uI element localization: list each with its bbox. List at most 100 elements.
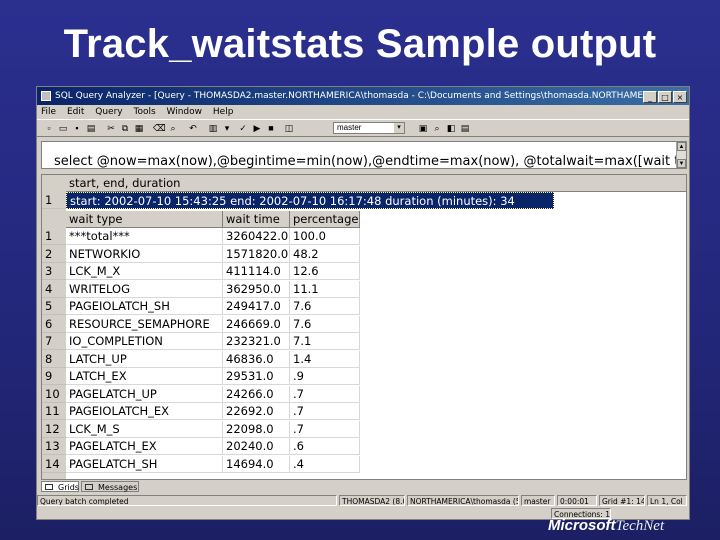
cell-wait-time[interactable]: 232321.0: [223, 333, 290, 350]
cell-wait-time[interactable]: 1571820.0: [223, 245, 290, 263]
cell-wait-type[interactable]: RESOURCE_SEMAPHORE: [66, 315, 223, 333]
dropdown-arrow-icon[interactable]: ▾: [221, 122, 233, 134]
menu-help[interactable]: Help: [213, 107, 234, 117]
cell-wait-type[interactable]: PAGELATCH_UP: [66, 385, 223, 403]
execute-icon[interactable]: ▶: [251, 122, 263, 134]
cell-wait-time[interactable]: 22692.0: [223, 403, 290, 420]
cell-wait-type[interactable]: LCK_M_X: [66, 263, 223, 280]
row-number[interactable]: 5: [42, 298, 66, 315]
cell-wait-type[interactable]: NETWORKIO: [66, 245, 223, 263]
cell-percentage[interactable]: .4: [290, 455, 360, 473]
row-number[interactable]: 4: [42, 280, 66, 298]
window-titlebar[interactable]: SQL Query Analyzer - [Query - THOMASDA2.…: [37, 87, 689, 105]
sql-editor[interactable]: select @now=max(now),@begintime=min(now)…: [41, 141, 687, 169]
cell-percentage[interactable]: .6: [290, 438, 360, 455]
maximize-button[interactable]: □: [658, 91, 672, 103]
scroll-up-icon[interactable]: ▲: [677, 142, 686, 151]
minimize-button[interactable]: _: [643, 91, 657, 103]
cell-wait-time[interactable]: 20240.0: [223, 438, 290, 455]
clear-window-icon[interactable]: ⌫: [153, 122, 166, 134]
find-icon[interactable]: ⌕: [167, 122, 179, 134]
cell-wait-time[interactable]: 411114.0: [223, 263, 290, 280]
row-number[interactable]: 2: [42, 245, 66, 263]
current-connection-icon[interactable]: ◧: [445, 122, 457, 134]
cell-percentage[interactable]: .9: [290, 368, 360, 385]
scroll-down-icon[interactable]: ▼: [677, 159, 686, 168]
cell-wait-type[interactable]: PAGELATCH_EX: [66, 438, 223, 455]
cell-wait-time[interactable]: 22098.0: [223, 420, 290, 438]
cell-wait-time[interactable]: 29531.0: [223, 368, 290, 385]
summary-row-number[interactable]: 1: [42, 192, 66, 209]
cell-percentage[interactable]: .7: [290, 403, 360, 420]
row-number[interactable]: 7: [42, 333, 66, 350]
object-browser-icon[interactable]: ▣: [417, 122, 429, 134]
chevron-down-icon[interactable]: ▾: [394, 123, 404, 133]
cell-wait-type[interactable]: LATCH_EX: [66, 368, 223, 385]
menu-query[interactable]: Query: [95, 107, 122, 117]
cell-wait-type[interactable]: PAGEIOLATCH_EX: [66, 403, 223, 420]
cut-icon[interactable]: ✂: [105, 122, 117, 134]
new-query-icon[interactable]: ▫: [43, 122, 55, 134]
cell-percentage[interactable]: 11.1: [290, 280, 360, 298]
row-number[interactable]: 6: [42, 315, 66, 333]
cell-wait-time[interactable]: 24266.0: [223, 385, 290, 403]
column-header-percentage[interactable]: percentage: [290, 211, 360, 228]
open-folder-icon[interactable]: ▭: [57, 122, 69, 134]
cancel-query-icon[interactable]: ■: [265, 122, 277, 134]
row-number[interactable]: 3: [42, 263, 66, 280]
object-search-icon[interactable]: ⌕: [431, 122, 443, 134]
cell-wait-type[interactable]: IO_COMPLETION: [66, 333, 223, 350]
cell-wait-time[interactable]: 246669.0: [223, 315, 290, 333]
cell-wait-time[interactable]: 249417.0: [223, 298, 290, 315]
tab-grids[interactable]: Grids: [41, 481, 79, 492]
cell-percentage[interactable]: 7.6: [290, 315, 360, 333]
close-button[interactable]: ×: [673, 91, 687, 103]
column-header-wait-time[interactable]: wait time: [223, 211, 290, 228]
cell-wait-type[interactable]: LATCH_UP: [66, 350, 223, 368]
menu-window[interactable]: Window: [167, 107, 203, 117]
results-grid[interactable]: start, end, duration 1 start: 2002-07-10…: [41, 174, 687, 480]
summary-column-header[interactable]: start, end, duration: [66, 175, 686, 192]
menu-edit[interactable]: Edit: [67, 107, 84, 117]
cell-percentage[interactable]: 100.0: [290, 228, 360, 245]
row-number[interactable]: 12: [42, 420, 66, 438]
cell-wait-time[interactable]: 14694.0: [223, 455, 290, 473]
copy-icon[interactable]: ⧉: [119, 122, 131, 134]
cell-wait-time[interactable]: 46836.0: [223, 350, 290, 368]
results-mode-icon[interactable]: ▥: [207, 122, 219, 134]
cell-percentage[interactable]: 12.6: [290, 263, 360, 280]
cell-percentage[interactable]: 7.1: [290, 333, 360, 350]
cell-percentage[interactable]: 1.4: [290, 350, 360, 368]
cell-percentage[interactable]: .7: [290, 385, 360, 403]
summary-cell[interactable]: start: 2002-07-10 15:43:25 end: 2002-07-…: [66, 192, 554, 209]
editor-scrollbar[interactable]: ▲ ▼: [676, 142, 686, 168]
paste-icon[interactable]: ▦: [133, 122, 145, 134]
menu-file[interactable]: File: [41, 107, 56, 117]
cell-wait-type[interactable]: PAGEIOLATCH_SH: [66, 298, 223, 315]
cell-wait-type[interactable]: PAGELATCH_SH: [66, 455, 223, 473]
cell-wait-type[interactable]: WRITELOG: [66, 280, 223, 298]
row-number[interactable]: 9: [42, 368, 66, 385]
cell-percentage[interactable]: 7.6: [290, 298, 360, 315]
tab-messages[interactable]: Messages: [81, 481, 139, 492]
cell-percentage[interactable]: .7: [290, 420, 360, 438]
cell-wait-time[interactable]: 3260422.0: [223, 228, 290, 245]
row-number[interactable]: 10: [42, 385, 66, 403]
cell-wait-type[interactable]: ***total***: [66, 228, 223, 245]
undo-icon[interactable]: ↶: [187, 122, 199, 134]
insert-template-icon[interactable]: ▤: [85, 122, 97, 134]
cell-wait-type[interactable]: LCK_M_S: [66, 420, 223, 438]
column-header-wait-type[interactable]: wait type: [66, 211, 223, 228]
row-number[interactable]: 13: [42, 438, 66, 455]
row-number[interactable]: 1: [42, 228, 66, 245]
parse-check-icon[interactable]: ✓: [237, 122, 249, 134]
row-number[interactable]: 14: [42, 455, 66, 473]
cell-percentage[interactable]: 48.2: [290, 245, 360, 263]
cell-wait-time[interactable]: 362950.0: [223, 280, 290, 298]
save-icon[interactable]: ▪: [71, 122, 83, 134]
database-select[interactable]: master ▾: [333, 122, 405, 134]
menu-tools[interactable]: Tools: [133, 107, 155, 117]
show-results-icon[interactable]: ▤: [459, 122, 471, 134]
row-number[interactable]: 11: [42, 403, 66, 420]
row-number[interactable]: 8: [42, 350, 66, 368]
